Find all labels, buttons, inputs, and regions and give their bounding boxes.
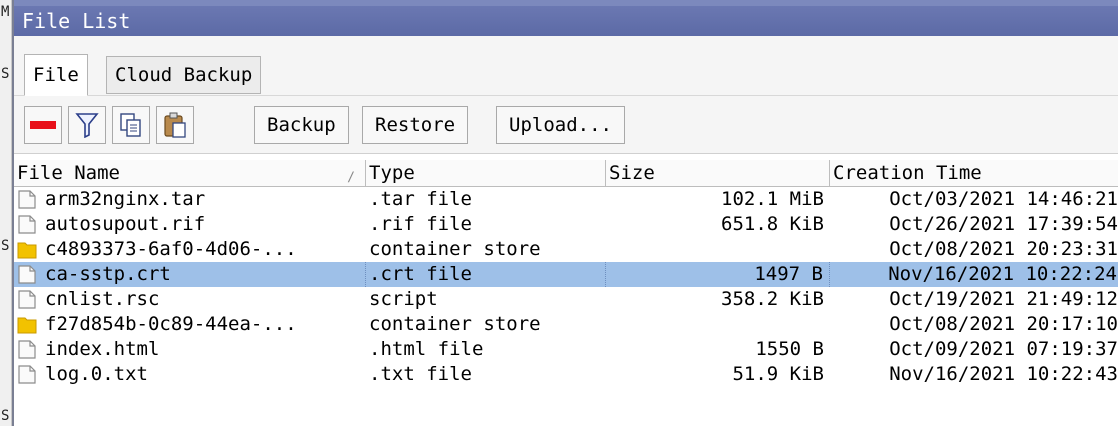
cell-size: 51.9 KiB: [732, 363, 824, 385]
remove-icon: [30, 121, 56, 129]
file-list-window: File List File Cloud Backup Backup Resto…: [12, 0, 1118, 426]
paste-icon: [164, 112, 186, 138]
file-name-text: arm32nginx.tar: [45, 188, 206, 210]
cell-size: 651.8 KiB: [721, 213, 824, 235]
copy-button[interactable]: [112, 106, 150, 144]
cell-creation-time: Nov/16/2021 10:22:43: [889, 363, 1118, 385]
background-window-edge: M S S S: [0, 0, 12, 426]
cell-size: 358.2 KiB: [721, 288, 824, 310]
cell-file-name: autosupout.rif: [14, 212, 366, 237]
cell-creation-time: Oct/08/2021 20:23:31: [889, 238, 1118, 260]
window-titlebar[interactable]: File List: [14, 0, 1118, 36]
cell-file-name: index.html: [14, 337, 366, 362]
filter-icon: [75, 113, 99, 138]
file-icon: [18, 340, 36, 359]
cell-creation-time: Oct/26/2021 17:39:54: [889, 213, 1118, 235]
toolbar: Backup Restore Upload...: [14, 96, 1118, 154]
file-name-text: cnlist.rsc: [45, 288, 160, 310]
cell-type: .rif file: [369, 213, 472, 235]
table-row[interactable]: c4893373-6af0-4d06-... container store Oct…: [14, 237, 1118, 262]
cell-creation-time: Oct/09/2021 07:19:37: [889, 338, 1118, 360]
cell-type: container store: [369, 313, 541, 335]
column-header-label: File Name: [17, 162, 120, 184]
cell-type: container store: [369, 238, 541, 260]
cell-creation-time: Oct/19/2021 21:49:12: [889, 288, 1118, 310]
file-name-text: f27d854b-0c89-44ea-...: [45, 313, 297, 335]
cell-type: .html file: [369, 338, 484, 360]
cell-size: [606, 312, 830, 337]
file-icon: [18, 190, 36, 209]
file-icon: [18, 365, 36, 384]
cell-size: 1497 B: [606, 262, 830, 287]
cell-size: 102.1 MiB: [721, 188, 824, 210]
restore-button[interactable]: Restore: [362, 106, 469, 144]
table-row[interactable]: arm32nginx.tar .tar file 102.1 MiB Oct/03/2…: [14, 187, 1118, 212]
table-row[interactable]: ca-sstp.crt .crt file 1497 B Nov/16/2021 10…: [14, 262, 1118, 287]
cell-file-name: ca-sstp.crt: [14, 262, 366, 287]
table-header: File Name ∕ Type Size Creation Time: [14, 160, 1118, 187]
column-header-creation-time[interactable]: Creation Time: [830, 160, 1118, 186]
table-body: arm32nginx.tar .tar file 102.1 MiB Oct/03/2…: [14, 187, 1118, 387]
table-row[interactable]: index.html .html file 1550 B Oct/09/2021 07…: [14, 337, 1118, 362]
sort-indicator-icon: ∕: [347, 170, 355, 185]
folder-icon: [17, 317, 37, 334]
copy-icon: [120, 113, 141, 137]
tab-file[interactable]: File: [24, 54, 88, 96]
bg-glyph: S: [1, 66, 10, 82]
cell-size: [606, 237, 830, 262]
cell-creation-time: Oct/08/2021 20:17:10: [889, 313, 1118, 335]
backup-button[interactable]: Backup: [254, 106, 349, 144]
column-header-type[interactable]: Type: [366, 160, 606, 186]
file-icon: [18, 290, 36, 309]
remove-button[interactable]: [24, 106, 62, 144]
bg-glyph: S: [1, 408, 10, 424]
file-table: File Name ∕ Type Size Creation Time arm3…: [14, 160, 1118, 387]
cell-file-name: log.0.txt: [14, 362, 366, 387]
tab-cloud-backup[interactable]: Cloud Backup: [106, 56, 262, 94]
cell-file-name: f27d854b-0c89-44ea-...: [14, 312, 366, 337]
column-header-file-name[interactable]: File Name ∕: [14, 160, 366, 186]
file-name-text: ca-sstp.crt: [45, 263, 171, 285]
upload-button[interactable]: Upload...: [496, 106, 625, 144]
tab-bar: File Cloud Backup: [14, 36, 1118, 96]
file-name-text: autosupout.rif: [45, 213, 206, 235]
cell-type: .crt file: [366, 262, 606, 287]
bg-glyph: M: [1, 4, 10, 20]
table-row[interactable]: f27d854b-0c89-44ea-... container store Oct…: [14, 312, 1118, 337]
paste-button[interactable]: [156, 106, 194, 144]
cell-type: .tar file: [369, 188, 472, 210]
cell-creation-time: Oct/03/2021 14:46:21: [889, 188, 1118, 210]
file-name-text: log.0.txt: [45, 363, 148, 385]
column-header-size[interactable]: Size: [606, 160, 830, 186]
table-row[interactable]: cnlist.rsc script 358.2 KiB Oct/19/2021 21:…: [14, 287, 1118, 312]
file-icon: [18, 215, 36, 234]
cell-size: 1550 B: [755, 338, 824, 360]
cell-file-name: cnlist.rsc: [14, 287, 366, 312]
cell-creation-time: Nov/16/2021 10:22:24: [830, 262, 1118, 287]
cell-file-name: arm32nginx.tar: [14, 187, 366, 212]
table-row[interactable]: log.0.txt .txt file 51.9 KiB Nov/16/2021 10…: [14, 362, 1118, 387]
folder-icon: [17, 242, 37, 259]
window-title: File List: [22, 9, 131, 33]
file-icon: [18, 265, 36, 284]
cell-type: script: [369, 288, 438, 310]
bg-glyph: S: [1, 238, 10, 254]
file-name-text: c4893373-6af0-4d06-...: [45, 238, 297, 260]
file-name-text: index.html: [45, 338, 160, 360]
table-row[interactable]: autosupout.rif .rif file 651.8 KiB Oct/26/2…: [14, 212, 1118, 237]
filter-button[interactable]: [68, 106, 106, 144]
cell-file-name: c4893373-6af0-4d06-...: [14, 237, 366, 262]
cell-type: .txt file: [369, 363, 472, 385]
